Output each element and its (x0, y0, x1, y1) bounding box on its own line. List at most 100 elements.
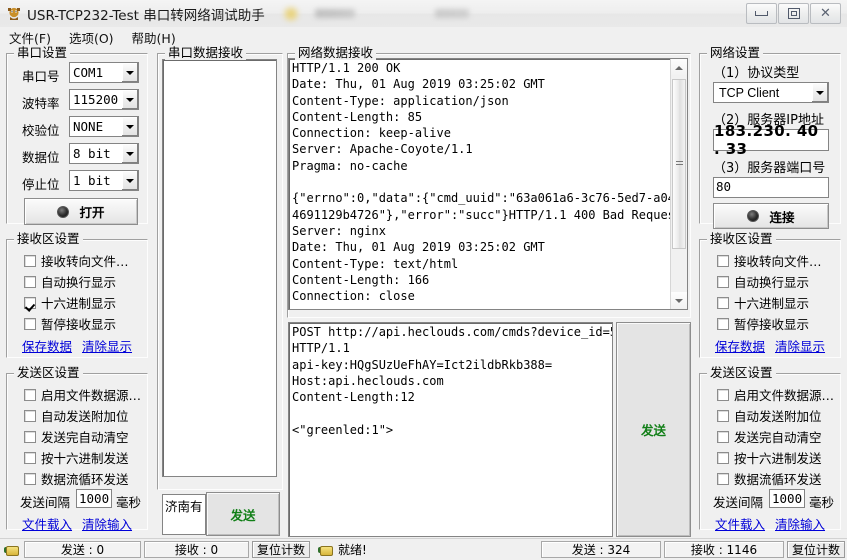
checkbox-label: 十六进制显示 (734, 296, 810, 311)
chevron-down-icon[interactable] (121, 144, 138, 163)
protocol-type-combo[interactable]: TCP Client (713, 82, 829, 103)
minimize-button[interactable] (746, 3, 777, 24)
status-bar: 发送 : 0 接收 : 0 复位计数 就绪! 发送 : 324 接收 : 114… (0, 538, 847, 560)
parity-label: 校验位 (22, 123, 60, 138)
application-window: USR-TCP232-Test 串口转网络调试助手 ✕ 文件(F) 选项(O) … (0, 0, 847, 560)
serial-reset-counter-button[interactable]: 复位计数 (252, 541, 311, 558)
send-interval-label: 发送间隔 (20, 495, 71, 510)
baud-rate-value: 115200 (73, 92, 119, 107)
serial-receive-group: 串口数据接收 (157, 46, 283, 490)
stop-bits-combo[interactable]: 1 bit (69, 170, 139, 191)
server-ip-input[interactable]: 183.230. 40 . 33 (713, 122, 829, 158)
network-send-button-label: 发送 (640, 423, 666, 438)
serial-receive-textarea[interactable] (162, 59, 277, 477)
serial-receive-title: 串口数据接收 (165, 46, 247, 60)
window-title: USR-TCP232-Test 串口转网络调试助手 (27, 7, 265, 24)
server-port-input[interactable]: 80 (713, 177, 829, 198)
checkbox-label: 启用文件数据源… (41, 388, 142, 403)
checkbox-recv-to-file[interactable]: 接收转向文件… (717, 251, 822, 270)
data-bits-label: 数据位 (22, 150, 60, 165)
network-receive-textarea[interactable]: HTTP/1.1 200 OK Date: Thu, 01 Aug 2019 0… (288, 58, 688, 310)
serial-send-input[interactable]: 济南有 (162, 494, 206, 535)
checkbox-label: 发送完自动清空 (41, 430, 129, 445)
network-receive-scrollbar[interactable] (670, 59, 687, 309)
network-send-textarea[interactable]: POST http://api.heclouds.com/cmds?device… (288, 322, 613, 537)
checkbox-auto-wrap[interactable]: 自动换行显示 (24, 272, 116, 291)
right-send-settings-group: 发送区设置 启用文件数据源… 自动发送附加位 发送完自动清空 按十六进制发送 数… (699, 366, 841, 533)
checkbox-auto-append[interactable]: 自动发送附加位 (717, 406, 822, 425)
status-network-sent: 发送 : 324 (540, 541, 661, 558)
checkbox-label: 按十六进制发送 (734, 451, 822, 466)
checkbox-hex-display[interactable]: 十六进制显示 (24, 293, 116, 312)
right-send-settings-title: 发送区设置 (707, 366, 776, 380)
serial-port-combo[interactable]: COM1 (69, 62, 139, 83)
checkbox-enable-file-source[interactable]: 启用文件数据源… (24, 385, 141, 404)
checkbox-auto-wrap[interactable]: 自动换行显示 (717, 272, 809, 291)
hand-pointer-icon (318, 543, 334, 557)
baud-rate-combo[interactable]: 115200 (69, 89, 139, 110)
save-data-link[interactable]: 保存数据 (715, 336, 765, 355)
power-indicator-icon (57, 205, 70, 218)
stop-bits-value: 1 bit (73, 173, 111, 188)
checkbox-label: 暂停接收显示 (734, 317, 810, 332)
network-send-button[interactable]: 发送 (616, 322, 691, 537)
network-reset-counter-button[interactable]: 复位计数 (786, 541, 845, 558)
load-file-link[interactable]: 文件载入 (715, 514, 765, 533)
checkbox-hex-send[interactable]: 按十六进制发送 (24, 448, 129, 467)
taskbar-thumbnail-label (314, 9, 355, 18)
chevron-down-icon[interactable] (121, 171, 138, 190)
checkbox-hex-send[interactable]: 按十六进制发送 (717, 448, 822, 467)
save-data-link[interactable]: 保存数据 (22, 336, 72, 355)
send-interval-label: 发送间隔 (713, 495, 764, 510)
clear-input-link[interactable]: 清除输入 (82, 514, 132, 533)
checkbox-label: 接收转向文件… (734, 254, 822, 269)
checkbox-loop-send[interactable]: 数据流循环发送 (717, 469, 822, 488)
left-receive-settings-title: 接收区设置 (14, 232, 83, 246)
chevron-down-icon[interactable] (121, 63, 138, 82)
scrollbar-thumb[interactable] (672, 79, 686, 249)
close-button[interactable]: ✕ (810, 3, 841, 24)
hand-pointer-icon (4, 543, 20, 557)
grip-icon (675, 161, 683, 167)
chevron-down-icon[interactable] (121, 90, 138, 109)
scroll-down-icon[interactable] (671, 292, 687, 309)
send-interval-input[interactable]: 1000 (769, 489, 805, 508)
checkbox-clear-after-send[interactable]: 发送完自动清空 (24, 427, 129, 446)
load-file-link[interactable]: 文件载入 (22, 514, 72, 533)
taskbar-secondary-label (434, 9, 469, 18)
send-interval-input[interactable]: 1000 (76, 489, 112, 508)
serial-port-label: 串口号 (22, 69, 60, 84)
checkbox-auto-append[interactable]: 自动发送附加位 (24, 406, 129, 425)
clear-display-link[interactable]: 清除显示 (775, 336, 825, 355)
serial-send-button-label: 发送 (230, 507, 256, 523)
checkbox-clear-after-send[interactable]: 发送完自动清空 (717, 427, 822, 446)
scroll-up-icon[interactable] (671, 59, 687, 76)
clear-display-link[interactable]: 清除显示 (82, 336, 132, 355)
checkbox-hex-display[interactable]: 十六进制显示 (717, 293, 809, 312)
taskbar-thumbnail-icon (282, 5, 299, 22)
checkbox-enable-file-source[interactable]: 启用文件数据源… (717, 385, 834, 404)
status-serial-recv: 接收 : 0 (144, 541, 249, 558)
network-settings-title: 网络设置 (707, 46, 764, 60)
checkbox-label: 十六进制显示 (41, 296, 117, 311)
serial-send-button[interactable]: 发送 (206, 492, 280, 536)
checkbox-pause-recv[interactable]: 暂停接收显示 (717, 314, 809, 333)
maximize-button[interactable] (778, 3, 809, 24)
checkbox-pause-recv[interactable]: 暂停接收显示 (24, 314, 116, 333)
checkbox-recv-to-file[interactable]: 接收转向文件… (24, 251, 129, 270)
open-serial-port-button[interactable]: 打开 (24, 198, 138, 225)
checkbox-loop-send[interactable]: 数据流循环发送 (24, 469, 129, 488)
parity-combo[interactable]: NONE (69, 116, 139, 137)
connect-button[interactable]: 连接 (713, 203, 829, 229)
protocol-type-value: TCP Client (719, 85, 780, 100)
data-bits-combo[interactable]: 8 bit (69, 143, 139, 164)
left-receive-settings-group: 接收区设置 接收转向文件… 自动换行显示 十六进制显示 暂停接收显示 保存数据 … (6, 232, 148, 358)
chevron-down-icon[interactable] (811, 83, 828, 102)
chevron-down-icon[interactable] (121, 117, 138, 136)
open-serial-port-label: 打开 (79, 205, 105, 220)
connect-button-label: 连接 (769, 209, 795, 225)
serial-port-value: COM1 (73, 65, 104, 80)
checkbox-label: 数据流循环发送 (41, 472, 129, 487)
clear-input-link[interactable]: 清除输入 (775, 514, 825, 533)
checkbox-label: 启用文件数据源… (734, 388, 835, 403)
